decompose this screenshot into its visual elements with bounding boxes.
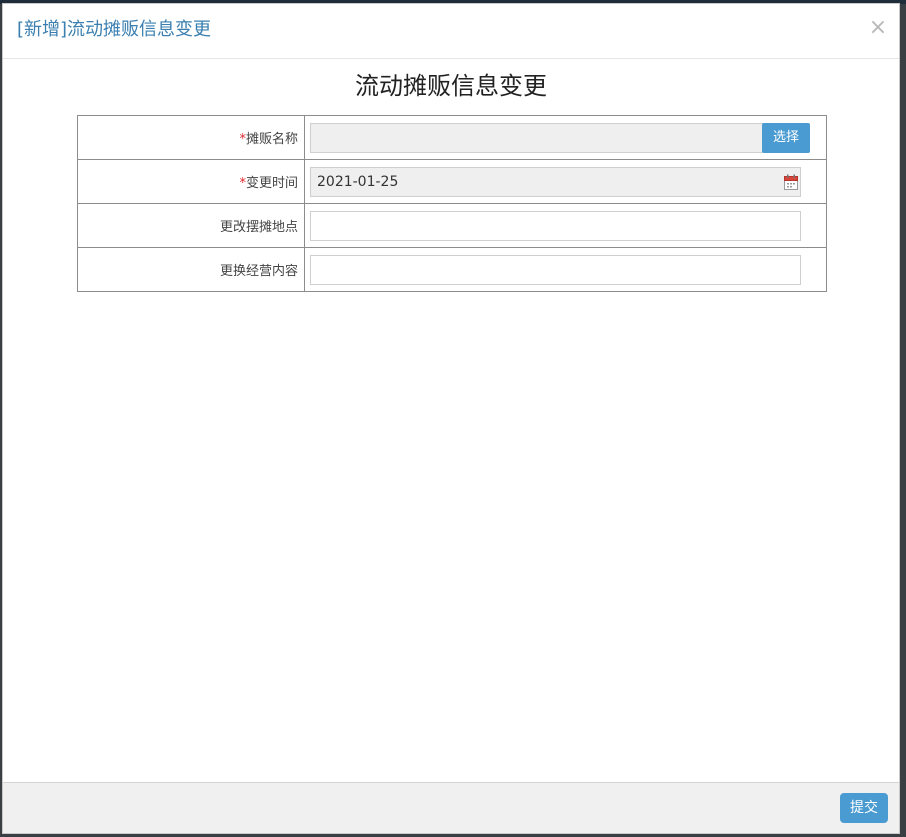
- form-row-vendor-name: *摊贩名称 选择: [77, 115, 827, 160]
- new-business-input[interactable]: [310, 255, 801, 285]
- new-business-cell: [304, 247, 827, 292]
- form-title: 流动摊贩信息变更: [355, 72, 547, 100]
- change-date-cell: 2021-01-25: [304, 159, 827, 204]
- new-location-input[interactable]: [310, 211, 801, 241]
- new-location-label: 更改摆摊地点: [77, 203, 305, 248]
- form-row-new-location: 更改摆摊地点: [77, 203, 827, 248]
- change-date-label-text: 变更时间: [245, 176, 298, 191]
- dialog-title: [新增]流动摊贩信息变更: [17, 19, 212, 40]
- submit-button[interactable]: 提交: [840, 793, 888, 823]
- dialog-footer: 提交: [3, 782, 899, 833]
- dialog-header: [新增]流动摊贩信息变更 ×: [3, 4, 899, 59]
- new-location-cell: [304, 203, 827, 248]
- calendar-icon[interactable]: [784, 174, 798, 190]
- change-date-label: *变更时间: [77, 159, 305, 204]
- form-row-new-business: 更换经营内容: [77, 247, 827, 292]
- add-change-dialog: [新增]流动摊贩信息变更 × 流动摊贩信息变更 *摊贩名称 选择 *变更时间 2…: [2, 3, 900, 834]
- form-row-change-date: *变更时间 2021-01-25: [77, 159, 827, 204]
- vendor-name-cell: 选择: [304, 115, 827, 160]
- change-form: *摊贩名称 选择 *变更时间 2021-01-25 更改摆摊地点 更换经营内容: [77, 115, 827, 292]
- vendor-name-input[interactable]: [310, 123, 764, 153]
- change-date-value: 2021-01-25: [317, 174, 399, 190]
- select-vendor-button[interactable]: 选择: [762, 123, 810, 153]
- vendor-name-label-text: 摊贩名称: [245, 132, 298, 147]
- change-date-input[interactable]: 2021-01-25: [310, 167, 801, 197]
- new-business-label: 更换经营内容: [77, 247, 305, 292]
- close-icon[interactable]: ×: [867, 16, 889, 40]
- vendor-name-label: *摊贩名称: [77, 115, 305, 160]
